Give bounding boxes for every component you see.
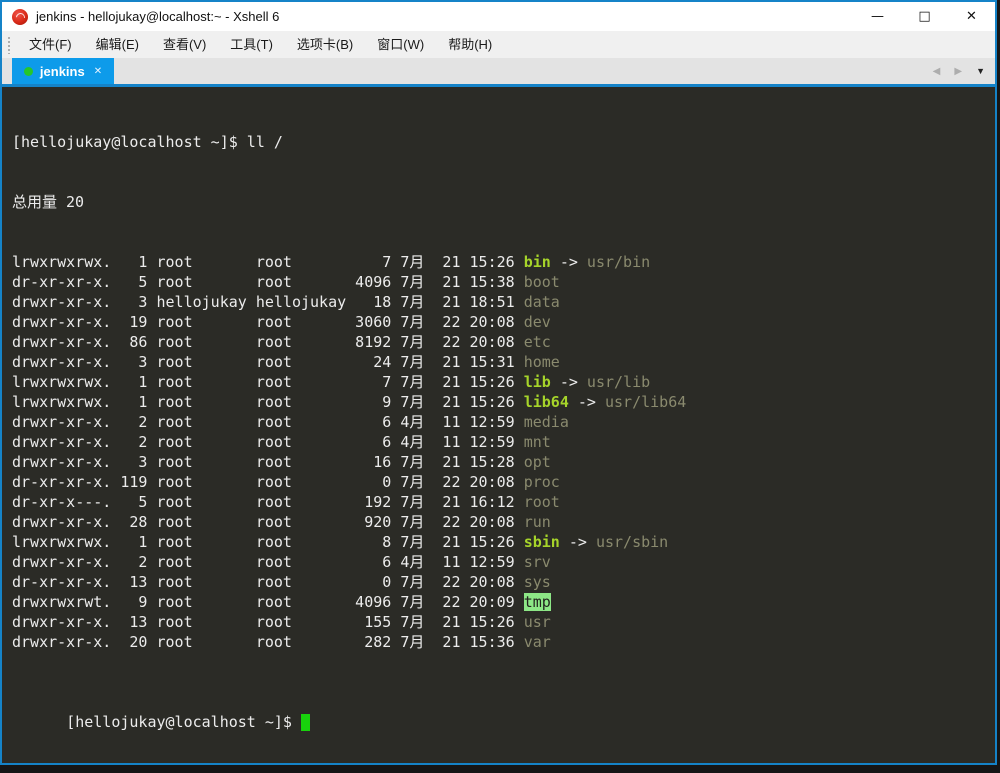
terminal-prompt-line: [hellojukay@localhost ~]$ (12, 692, 995, 752)
tab-scroll-right-icon[interactable]: ▶ (954, 66, 962, 77)
menu-bar: 文件(F) 编辑(E) 查看(V) 工具(T) 选项卡(B) 窗口(W) 帮助(H) (2, 31, 995, 58)
menu-item-6[interactable]: 帮助(H) (436, 31, 504, 58)
terminal-screen[interactable]: [hellojukay@localhost ~]$ ll / 总用量 20 lr… (2, 87, 995, 763)
terminal-listing-row: lrwxrwxrwx. 1 root root 7 7月 21 15:26 li… (12, 373, 651, 391)
terminal-listing-row: drwxr-xr-x. 2 root root 6 4月 11 12:59 me… (12, 413, 569, 431)
terminal-listing-row: dr-xr-xr-x. 5 root root 4096 7月 21 15:38… (12, 273, 560, 291)
xshell-logo-icon (12, 8, 28, 25)
terminal-command-line: [hellojukay@localhost ~]$ ll / (12, 133, 283, 151)
terminal-listing-row: drwxr-xr-x. 13 root root 155 7月 21 15:26… (12, 613, 551, 631)
terminal-listing-row: lrwxrwxrwx. 1 root root 7 7月 21 15:26 bi… (12, 253, 651, 271)
window-title: jenkins - hellojukay@localhost:~ - Xshel… (36, 9, 280, 24)
terminal-listing-row: dr-xr-xr-x. 13 root root 0 7月 22 20:08 s… (12, 573, 551, 591)
tab-nav-controls: ◀ ▶ ▼ (933, 58, 985, 84)
terminal-total-line: 总用量 20 (12, 193, 85, 211)
title-bar[interactable]: jenkins - hellojukay@localhost:~ - Xshel… (2, 2, 995, 31)
terminal-listing: lrwxrwxrwx. 1 root root 7 7月 21 15:26 bi… (12, 252, 995, 652)
tab-label: jenkins (39, 63, 85, 79)
tab-list-dropdown-icon[interactable]: ▼ (976, 66, 985, 76)
terminal-listing-row: drwxr-xr-x. 2 root root 6 4月 11 12:59 sr… (12, 553, 551, 571)
terminal-listing-row: drwxr-xr-x. 3 hellojukay hellojukay 18 7… (12, 293, 560, 311)
terminal-listing-row: lrwxrwxrwx. 1 root root 9 7月 21 15:26 li… (12, 393, 687, 411)
terminal-cursor (300, 714, 310, 731)
menu-item-0[interactable]: 文件(F) (17, 31, 84, 58)
maximize-button[interactable]: □ (901, 2, 948, 31)
terminal-listing-row: lrwxrwxrwx. 1 root root 8 7月 21 15:26 sb… (12, 533, 669, 551)
terminal-listing-row: drwxr-xr-x. 3 root root 24 7月 21 15:31 h… (12, 353, 560, 371)
tab-status-dot-icon (23, 66, 33, 76)
close-button[interactable]: ✕ (948, 2, 995, 31)
menu-item-3[interactable]: 工具(T) (218, 31, 285, 58)
terminal-listing-row: drwxr-xr-x. 28 root root 920 7月 22 20:08… (12, 513, 551, 531)
menu-item-4[interactable]: 选项卡(B) (285, 31, 365, 58)
menubar-grip-handle[interactable] (6, 35, 11, 54)
terminal-listing-row: dr-xr-xr-x. 119 root root 0 7月 22 20:08 … (12, 473, 560, 491)
terminal-prompt: [hellojukay@localhost ~]$ (66, 713, 292, 731)
menu-item-2[interactable]: 查看(V) (151, 31, 218, 58)
terminal-listing-row: drwxr-xr-x. 2 root root 6 4月 11 12:59 mn… (12, 433, 551, 451)
tab-scroll-left-icon[interactable]: ◀ (933, 66, 941, 77)
xshell-window: jenkins - hellojukay@localhost:~ - Xshel… (0, 0, 997, 765)
minimize-button[interactable]: — (854, 2, 901, 31)
terminal-listing-row: drwxr-xr-x. 19 root root 3060 7月 22 20:0… (12, 313, 551, 331)
tab-close-icon[interactable]: ✕ (94, 66, 102, 77)
tab-bar: jenkins ✕ ◀ ▶ ▼ (2, 58, 995, 84)
tab-jenkins[interactable]: jenkins ✕ (12, 58, 114, 84)
menu-item-5[interactable]: 窗口(W) (365, 31, 436, 58)
terminal-listing-row: dr-xr-x---. 5 root root 192 7月 21 16:12 … (12, 493, 560, 511)
terminal-listing-row: drwxr-xr-x. 3 root root 16 7月 21 15:28 o… (12, 453, 551, 471)
terminal-listing-row: drwxrwxrwt. 9 root root 4096 7月 22 20:09… (12, 593, 551, 611)
terminal-listing-row: drwxr-xr-x. 20 root root 282 7月 21 15:36… (12, 633, 551, 651)
terminal-listing-row: drwxr-xr-x. 86 root root 8192 7月 22 20:0… (12, 333, 551, 351)
menu-item-1[interactable]: 编辑(E) (84, 31, 151, 58)
